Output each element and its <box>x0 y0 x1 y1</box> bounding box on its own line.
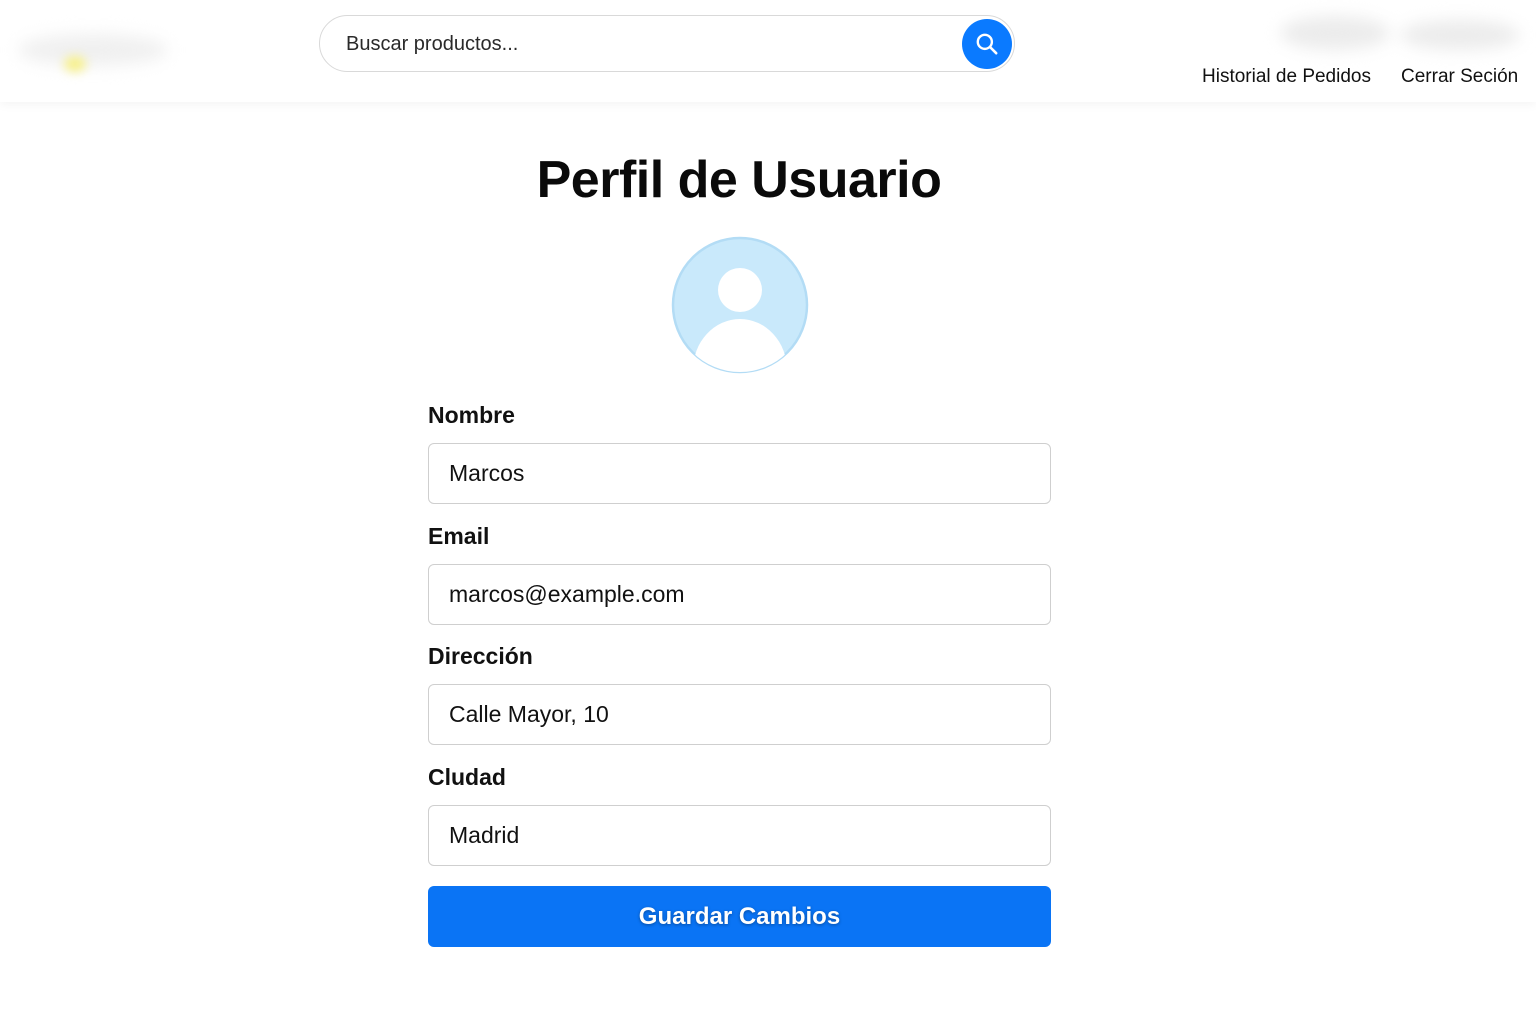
search-bar <box>319 15 1015 72</box>
city-label: Cludad <box>428 764 506 790</box>
user-menu[interactable] <box>1280 12 1530 60</box>
address-field[interactable] <box>428 684 1051 745</box>
name-label: Nombre <box>428 402 515 428</box>
city-field[interactable] <box>428 805 1051 866</box>
logo-blur-shape <box>18 34 168 66</box>
address-label: Dirección <box>428 643 533 669</box>
email-field[interactable] <box>428 564 1051 625</box>
top-header: Historial de Pedidos Cerrar Seción <box>0 0 1536 102</box>
save-button[interactable]: Guardar Cambios <box>428 886 1051 947</box>
name-field[interactable] <box>428 443 1051 504</box>
user-avatar-icon[interactable] <box>671 236 809 374</box>
nav-order-history-link[interactable]: Historial de Pedidos <box>1202 66 1371 88</box>
email-label: Email <box>428 523 490 549</box>
search-icon <box>976 33 998 55</box>
user-menu-blur-shape <box>1400 20 1520 50</box>
logo[interactable] <box>14 20 189 78</box>
nav-logout-link[interactable]: Cerrar Seción <box>1401 66 1518 88</box>
search-input[interactable] <box>346 26 946 62</box>
user-menu-blur-shape <box>1280 16 1390 50</box>
page-title: Perfil de Usuario <box>536 151 942 209</box>
search-button[interactable] <box>962 19 1012 69</box>
logo-blur-accent <box>64 56 86 72</box>
